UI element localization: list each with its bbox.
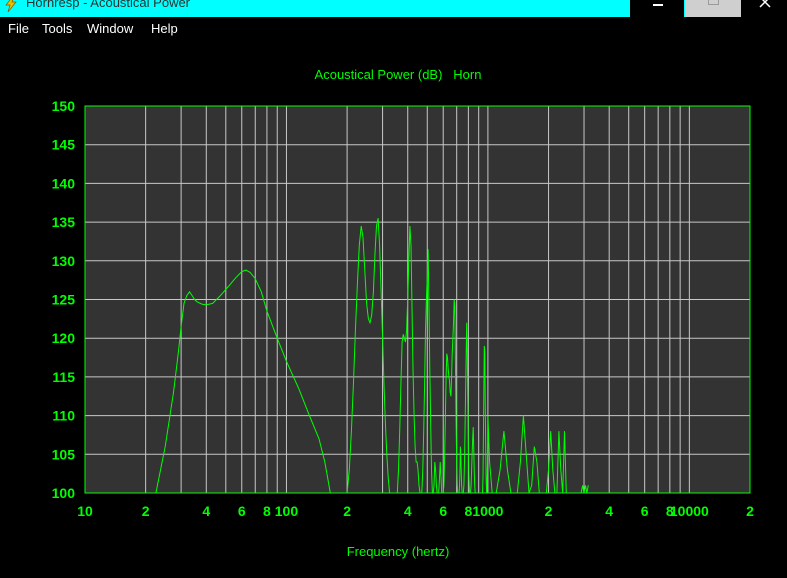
x-tick-label: 6	[439, 503, 447, 519]
x-tick-label: 4	[605, 503, 613, 519]
y-tick-label: 120	[52, 330, 76, 346]
y-tick-label: 130	[52, 253, 76, 269]
x-tick-label: 4	[202, 503, 210, 519]
x-tick-label: 10000	[670, 503, 709, 519]
x-tick-label: 4	[404, 503, 412, 519]
y-tick-label: 150	[52, 98, 76, 114]
acoustical-power-chart: Acoustical Power (dB) Horn Frequency (he…	[52, 67, 754, 559]
y-tick-label: 140	[52, 175, 76, 191]
x-tick-label: 2	[746, 503, 754, 519]
x-tick-label: 6	[641, 503, 649, 519]
x-axis-ticks: 10 2 4 6 8 100 2 4 6 8 1000 2 4 6 810000 2	[77, 503, 754, 519]
y-tick-label: 125	[52, 292, 76, 308]
x-tick-label: 10	[77, 503, 93, 519]
x-tick-label: 100	[275, 503, 299, 519]
x-tick-label: 2	[142, 503, 150, 519]
y-tick-label: 115	[52, 369, 75, 385]
y-tick-label: 105	[52, 446, 76, 462]
x-axis-label: Frequency (hertz)	[347, 544, 450, 559]
y-tick-label: 145	[52, 137, 76, 153]
y-tick-label: 135	[52, 214, 76, 230]
x-tick-label: 6	[238, 503, 246, 519]
x-tick-label: 2	[545, 503, 553, 519]
y-tick-label: 110	[52, 408, 75, 424]
x-tick-label: 8	[464, 503, 472, 519]
x-tick-label: 2	[343, 503, 351, 519]
chart-title: Acoustical Power (dB) Horn	[315, 67, 482, 82]
y-axis-ticks: 100 105 110 115 120 125 130 135 140 145 150	[52, 98, 76, 501]
y-tick-label: 100	[52, 485, 76, 501]
x-tick-label: 8	[263, 503, 271, 519]
x-tick-label: 1000	[472, 503, 503, 519]
